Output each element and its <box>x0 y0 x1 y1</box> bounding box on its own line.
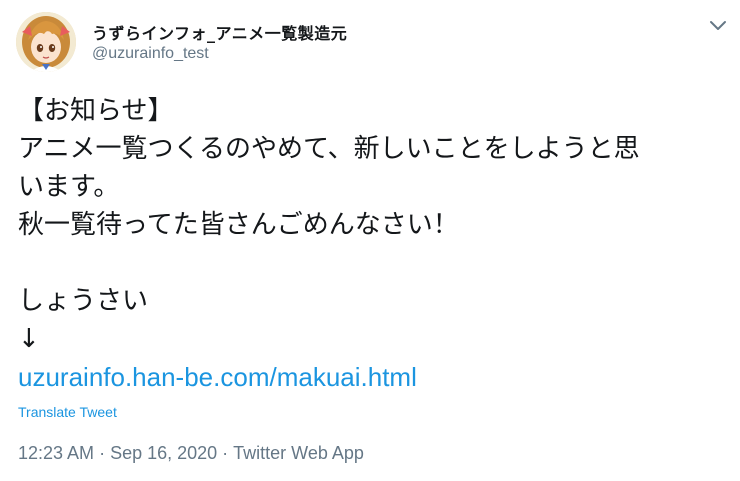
meta-separator: · <box>222 443 229 463</box>
tweet-link[interactable]: uzurainfo.han-be.com/makuai.html <box>18 362 417 392</box>
tweet-line <box>18 244 728 282</box>
author-display-name[interactable]: うずらインフォ_アニメ一覧製造元 <box>92 20 347 44</box>
anime-character-avatar-icon <box>16 12 76 72</box>
tweet-line: ↓ <box>18 324 40 354</box>
meta-separator: · <box>99 443 106 463</box>
tweet-card: うずらインフォ_アニメ一覧製造元 @uzurainfo_test 【お知らせ】 … <box>0 0 740 481</box>
tweet-line: 秋一覧待ってた皆さんごめんなさい！ <box>18 210 459 240</box>
tweet-link-line: uzurainfo.han-be.com/makuai.html <box>18 358 728 396</box>
tweet-time[interactable]: 12:23 AM <box>18 443 94 463</box>
tweet-line: しょうさい <box>18 286 149 316</box>
tweet-source[interactable]: Twitter Web App <box>233 443 364 463</box>
tweet-text: 【お知らせ】 アニメ一覧つくるのやめて、新しいことをしようと思 います。 秋一覧… <box>18 92 728 396</box>
tweet-date[interactable]: Sep 16, 2020 <box>110 443 217 463</box>
tweet-line: アニメ一覧つくるのやめて、新しいことをしようと思 <box>18 134 640 164</box>
chevron-down-icon <box>710 21 726 30</box>
tweet-meta: 12:23 AM · Sep 16, 2020 · Twitter Web App <box>18 443 364 464</box>
tweet-line: 【お知らせ】 <box>18 96 174 126</box>
tweet-line: います。 <box>18 172 120 202</box>
author-handle[interactable]: @uzurainfo_test <box>92 45 209 63</box>
translate-tweet-link[interactable]: Translate Tweet <box>18 404 117 420</box>
tweet-menu-button[interactable] <box>708 18 728 34</box>
avatar[interactable] <box>16 12 76 72</box>
